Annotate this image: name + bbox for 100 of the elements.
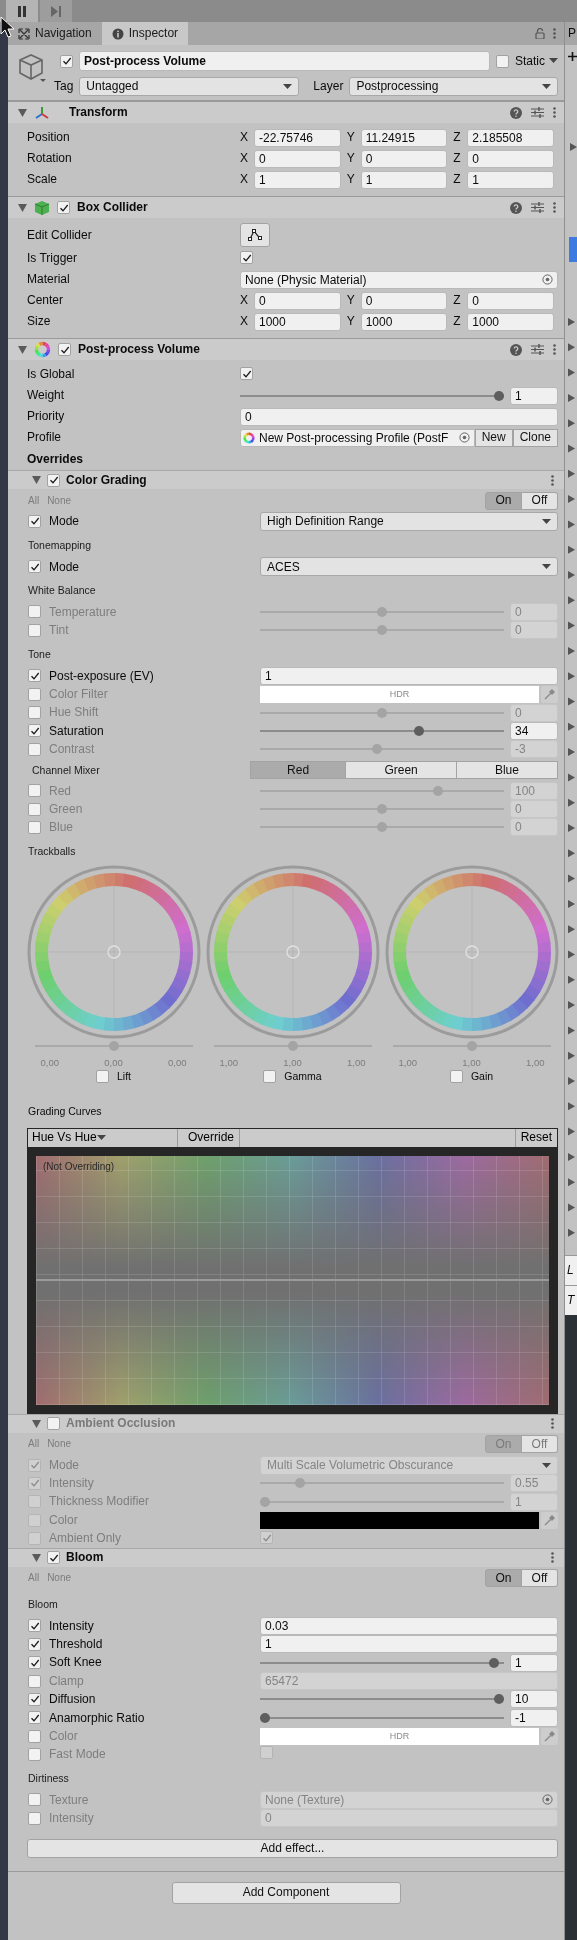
- number-field[interactable]: 11.24915: [360, 128, 448, 147]
- override-checkbox[interactable]: [263, 1070, 277, 1084]
- eyedropper-icon[interactable]: [541, 1511, 558, 1529]
- override-checkbox[interactable]: [28, 1674, 41, 1688]
- foldout-triangle-icon[interactable]: [32, 1553, 41, 1562]
- pause-button[interactable]: [6, 0, 38, 22]
- number-field[interactable]: 1: [260, 1635, 558, 1654]
- menu-icon[interactable]: [551, 1418, 554, 1430]
- menu-icon[interactable]: [553, 202, 556, 213]
- color-wheel[interactable]: [204, 863, 381, 1040]
- override-checkbox[interactable]: [28, 1513, 41, 1527]
- override-checkbox[interactable]: [28, 742, 41, 756]
- enable-checkbox[interactable]: [60, 54, 73, 68]
- layer-dropdown[interactable]: Postprocessing: [349, 76, 558, 96]
- override-checkbox[interactable]: [28, 784, 41, 798]
- presets-icon[interactable]: [531, 107, 544, 118]
- profile-button[interactable]: New: [474, 428, 513, 447]
- presets-icon[interactable]: [531, 344, 544, 355]
- plus-icon[interactable]: [568, 52, 577, 62]
- curve-graph[interactable]: (Not Overriding): [36, 1155, 549, 1405]
- number-field[interactable]: 0: [467, 149, 554, 168]
- static-checkbox[interactable]: [496, 54, 509, 68]
- profile-field[interactable]: New Post-processing Profile (PostF: [240, 428, 475, 447]
- override-checkbox[interactable]: [28, 1748, 41, 1762]
- color-wheel[interactable]: [383, 863, 560, 1040]
- help-icon[interactable]: [510, 343, 522, 356]
- curve-dropdown[interactable]: Hue Vs Hue: [28, 1128, 178, 1147]
- enable-checkbox[interactable]: [47, 473, 60, 487]
- override-checkbox[interactable]: [28, 1619, 41, 1633]
- toggle-button[interactable]: On: [485, 491, 522, 510]
- eyedropper-icon[interactable]: [541, 685, 558, 703]
- override-checkbox[interactable]: [96, 1070, 109, 1084]
- slider-thumb[interactable]: [377, 707, 387, 718]
- panel-row[interactable]: L: [565, 1255, 577, 1285]
- slider-thumb[interactable]: [295, 1478, 306, 1489]
- number-field[interactable]: 0: [467, 291, 554, 310]
- foldout-triangle-icon[interactable]: [32, 476, 41, 484]
- object-picker-icon[interactable]: [542, 274, 553, 285]
- number-field[interactable]: 34: [510, 721, 558, 740]
- number-field[interactable]: 1000: [467, 312, 554, 331]
- override-checkbox[interactable]: [28, 1692, 41, 1706]
- override-checkbox[interactable]: [28, 605, 41, 619]
- panel-row[interactable]: T: [565, 1285, 577, 1315]
- profile-button[interactable]: Clone: [512, 428, 558, 447]
- override-checkbox[interactable]: [28, 821, 41, 834]
- number-field[interactable]: 1000: [360, 312, 448, 331]
- help-icon[interactable]: [510, 201, 522, 214]
- slider-thumb[interactable]: [494, 1694, 504, 1705]
- add-effect-button[interactable]: Add effect...: [27, 1838, 558, 1858]
- foldout-triangle-icon[interactable]: [18, 345, 27, 354]
- override-checkbox[interactable]: [28, 687, 41, 701]
- slider-thumb[interactable]: [489, 1657, 500, 1668]
- slider-thumb[interactable]: [494, 390, 504, 401]
- override-checkbox[interactable]: [28, 1656, 41, 1670]
- toggle-button[interactable]: Off: [522, 491, 558, 510]
- slider-thumb[interactable]: [433, 785, 444, 796]
- slider-thumb[interactable]: [377, 606, 387, 617]
- checkbox[interactable]: [240, 251, 253, 265]
- slider-thumb[interactable]: [377, 822, 387, 833]
- number-field[interactable]: 0.03: [260, 1616, 558, 1635]
- override-checkbox[interactable]: [28, 724, 41, 738]
- number-field[interactable]: 0: [360, 291, 448, 310]
- slider-thumb[interactable]: [287, 1040, 298, 1051]
- slider-thumb[interactable]: [414, 725, 425, 736]
- enable-checkbox[interactable]: [47, 1551, 60, 1565]
- number-field[interactable]: -22.75746: [254, 128, 341, 147]
- number-field[interactable]: 1: [510, 386, 558, 405]
- slider-thumb[interactable]: [466, 1040, 477, 1051]
- number-field[interactable]: 0: [240, 407, 558, 426]
- toggle-button[interactable]: Off: [522, 1569, 558, 1588]
- override-checkbox[interactable]: [28, 802, 41, 816]
- presets-icon[interactable]: [531, 202, 544, 213]
- foldout-triangle-icon[interactable]: [32, 1419, 41, 1428]
- number-field[interactable]: 10: [510, 1690, 558, 1709]
- slider-thumb[interactable]: [108, 1040, 119, 1051]
- tab[interactable]: Inspector: [101, 22, 189, 45]
- override-checkbox[interactable]: [28, 1811, 41, 1825]
- number-field[interactable]: 1: [260, 666, 558, 685]
- object-picker-icon[interactable]: [458, 432, 470, 443]
- help-icon[interactable]: [510, 106, 522, 119]
- override-checkbox[interactable]: [28, 1637, 41, 1651]
- number-field[interactable]: 2.185508: [467, 128, 554, 147]
- object-field[interactable]: None (Physic Material): [240, 270, 558, 289]
- number-field[interactable]: 0: [254, 291, 341, 310]
- checkbox[interactable]: [240, 367, 253, 381]
- slider-thumb[interactable]: [377, 804, 387, 815]
- number-field[interactable]: 0: [254, 149, 341, 168]
- reset-button[interactable]: Reset: [514, 1128, 557, 1147]
- channel-tab[interactable]: Red: [250, 761, 347, 779]
- menu-icon[interactable]: [551, 1552, 554, 1564]
- override-checkbox[interactable]: [28, 1476, 41, 1490]
- color-field[interactable]: [260, 1511, 539, 1529]
- channel-tab[interactable]: Green: [346, 761, 457, 779]
- override-checkbox[interactable]: [449, 1070, 463, 1084]
- enable-checkbox[interactable]: [47, 1417, 60, 1431]
- menu-icon[interactable]: [553, 344, 556, 355]
- override-checkbox[interactable]: [28, 1729, 41, 1743]
- checkbox[interactable]: [260, 1746, 273, 1760]
- override-checkbox[interactable]: [28, 706, 41, 720]
- toggle-button[interactable]: Off: [522, 1435, 558, 1454]
